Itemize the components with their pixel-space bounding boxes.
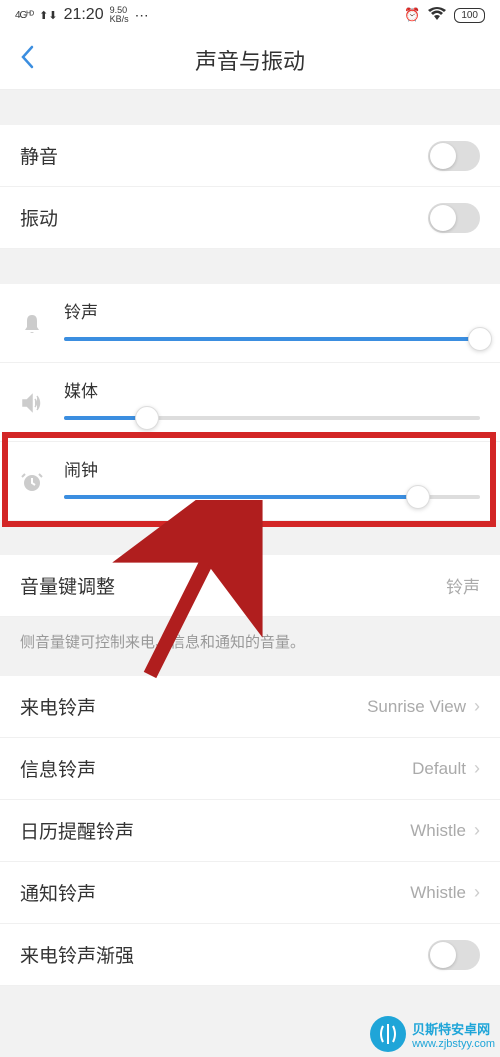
- media-slider-row: 媒体: [0, 363, 500, 442]
- status-speed: 9.50 KB/s: [110, 6, 129, 24]
- page-header: 声音与振动: [0, 30, 500, 90]
- bell-icon: [20, 298, 52, 342]
- alarm-slider-label: 闹钟: [64, 456, 480, 481]
- ringtone-slider[interactable]: [64, 337, 480, 341]
- call-ringtone-label: 来电铃声: [20, 693, 367, 720]
- clock-icon: [20, 456, 52, 500]
- notification-ringtone-label: 通知铃声: [20, 879, 410, 906]
- message-ringtone-value: Default: [412, 759, 466, 779]
- ringtone-slider-label: 铃声: [64, 298, 480, 323]
- watermark-logo-icon: [370, 1016, 406, 1052]
- page-title: 声音与振动: [0, 44, 500, 76]
- volume-key-row[interactable]: 音量键调整 铃声: [0, 555, 500, 617]
- watermark-url: www.zjbstyy.com: [412, 1038, 495, 1050]
- mute-label: 静音: [20, 142, 428, 169]
- notification-ringtone-row[interactable]: 通知铃声 Whistle ›: [0, 862, 500, 924]
- speaker-icon: [20, 377, 52, 421]
- mute-row[interactable]: 静音: [0, 125, 500, 187]
- alarm-slider-row: 闹钟: [0, 442, 500, 520]
- calendar-ringtone-label: 日历提醒铃声: [20, 817, 410, 844]
- network-indicator: 4Gᴴᴰ: [15, 10, 33, 21]
- watermark: 贝斯特安卓网 www.zjbstyy.com: [370, 1016, 495, 1052]
- vibrate-toggle[interactable]: [428, 203, 480, 233]
- gradual-ringtone-row[interactable]: 来电铃声渐强: [0, 924, 500, 986]
- message-ringtone-label: 信息铃声: [20, 755, 412, 782]
- media-slider-label: 媒体: [64, 377, 480, 402]
- calendar-ringtone-value: Whistle: [410, 821, 466, 841]
- call-ringtone-row[interactable]: 来电铃声 Sunrise View ›: [0, 676, 500, 738]
- calendar-ringtone-row[interactable]: 日历提醒铃声 Whistle ›: [0, 800, 500, 862]
- volume-sliders: 铃声 媒体 闹钟: [0, 284, 500, 520]
- media-slider[interactable]: [64, 416, 480, 420]
- battery-indicator: 100: [454, 8, 485, 23]
- volume-key-label: 音量键调整: [20, 572, 446, 599]
- chevron-right-icon: ›: [474, 696, 480, 717]
- call-ringtone-value: Sunrise View: [367, 697, 466, 717]
- status-time: 21:20: [64, 6, 104, 24]
- gradual-ringtone-toggle[interactable]: [428, 940, 480, 970]
- gradual-ringtone-label: 来电铃声渐强: [20, 941, 428, 968]
- chevron-right-icon: ›: [474, 820, 480, 841]
- watermark-title: 贝斯特安卓网: [412, 1019, 495, 1038]
- wifi-icon: [428, 7, 446, 24]
- mute-toggle[interactable]: [428, 141, 480, 171]
- chevron-right-icon: ›: [474, 758, 480, 779]
- volume-key-value: 铃声: [446, 573, 480, 598]
- back-button[interactable]: [20, 44, 34, 76]
- vibrate-label: 振动: [20, 204, 428, 231]
- status-more: ⋯: [135, 7, 150, 24]
- notification-ringtone-value: Whistle: [410, 883, 466, 903]
- alarm-slider[interactable]: [64, 495, 480, 499]
- ringtone-slider-row: 铃声: [0, 284, 500, 363]
- status-bar: 4Gᴴᴰ ⬆⬇ 21:20 9.50 KB/s ⋯ ⏰ 100: [0, 0, 500, 30]
- vibrate-row[interactable]: 振动: [0, 187, 500, 249]
- alarm-icon: ⏰: [404, 7, 420, 23]
- chevron-right-icon: ›: [474, 882, 480, 903]
- message-ringtone-row[interactable]: 信息铃声 Default ›: [0, 738, 500, 800]
- volume-key-helper: 侧音量键可控制来电、信息和通知的音量。: [0, 617, 500, 666]
